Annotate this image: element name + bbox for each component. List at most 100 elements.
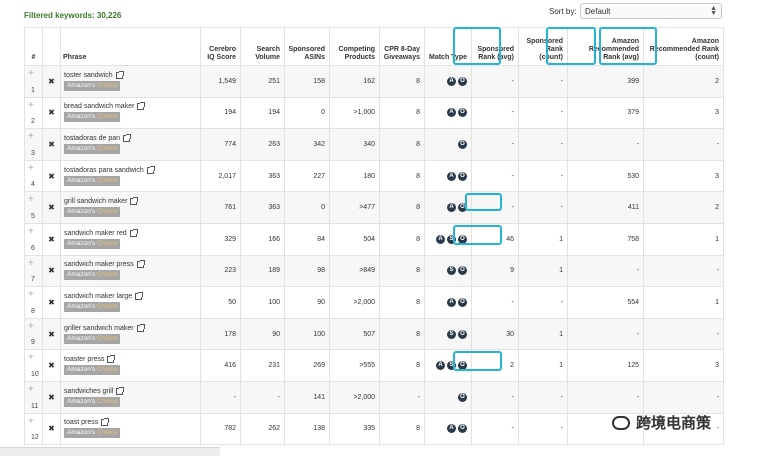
sponsored-rank-avg-cell: - [471,380,519,414]
external-link-icon[interactable] [129,228,138,237]
row-number: 5 [31,212,35,220]
keyword-phrase[interactable]: tostadoras para sandwich [64,167,144,174]
add-keyword-icon[interactable]: + [28,163,34,174]
keyword-phrase[interactable]: griller sandwich maker [64,325,134,332]
keywords-table-body: + 1 ✖ toster sandwich Amazon's Choice 1,… [24,65,724,446]
col-competing-products-header[interactable]: Competing Products [329,27,380,66]
remove-keyword-icon[interactable]: ✖ [48,172,55,181]
external-link-icon[interactable] [107,355,116,364]
amazons-choice-badge: Amazon's Choice [64,80,121,91]
keyword-phrase[interactable]: tostadoras de pan [64,135,120,142]
competing-products-cell: 507 [329,317,380,351]
col-search-volume-header[interactable]: Search Volume [240,27,285,66]
external-link-icon[interactable] [116,386,125,395]
external-link-icon[interactable] [130,197,139,206]
match-type-cell: AO [424,65,472,98]
add-keyword-icon[interactable]: + [28,384,34,395]
add-keyword-icon[interactable]: + [28,416,34,427]
add-keyword-icon[interactable]: + [28,195,34,205]
wechat-icon [612,415,630,430]
sponsored-asins-cell: 141 [284,380,330,414]
remove-keyword-icon[interactable]: ✖ [48,108,55,117]
iq-score-cell: 223 [200,254,241,288]
remove-keyword-icon[interactable]: ✖ [48,140,55,149]
keyword-phrase[interactable]: grill sandwich maker [64,198,127,205]
table-row: + 2 ✖ bread sandwich maker Amazon's Choi… [24,96,724,130]
amazon-rec-rank-count-cell: 2 [643,65,724,98]
remove-keyword-icon[interactable]: ✖ [48,235,55,244]
external-link-icon[interactable] [146,165,155,174]
external-link-icon[interactable] [135,291,144,300]
keyword-phrase[interactable]: sandwich maker large [64,293,132,300]
keyword-phrase[interactable]: bread sandwich maker [64,103,134,110]
sponsored-rank-avg-cell: - [471,286,519,319]
col-sponsored-asins-header[interactable]: Sponsored ASINs [284,27,330,66]
iq-score-cell: 329 [200,222,241,256]
external-link-icon[interactable] [136,260,145,269]
remove-keyword-icon[interactable]: ✖ [48,203,55,212]
add-keyword-icon[interactable]: + [28,321,34,332]
col-index-header[interactable]: # [24,27,43,66]
add-keyword-icon[interactable]: + [28,353,34,363]
remove-keyword-icon[interactable]: ✖ [48,330,55,339]
add-keyword-icon[interactable]: + [28,132,34,142]
sort-by-select[interactable]: Default ▲ ▼ [580,3,722,19]
remove-keyword-icon[interactable]: ✖ [48,266,55,275]
sponsored-rank-count-cell: - [518,96,568,130]
amazons-choice-badge: Amazon's Choice [64,365,121,376]
row-index-cell: + 12 [24,412,43,446]
iq-score-cell: - [200,380,241,414]
select-caret-icon: ▲ ▼ [710,5,717,17]
sponsored-rank-count-cell: - [518,65,568,98]
add-keyword-icon[interactable]: + [28,226,34,237]
keyword-phrase[interactable]: toster sandwich [64,72,113,79]
sponsored-asins-cell: 138 [284,412,330,446]
external-link-icon[interactable] [101,418,110,427]
remove-cell: ✖ [42,96,61,130]
row-number: 10 [31,370,39,378]
cpr-cell: 8 [379,349,425,382]
col-phrase-header[interactable]: Phrase [60,27,201,66]
match-type-o-icon: O [458,266,467,276]
match-type-a-icon: A [447,76,456,86]
row-index-cell: + 4 [24,159,43,193]
add-keyword-icon[interactable]: + [28,258,34,269]
keyword-phrase[interactable]: toast press [64,419,98,426]
col-iq-header[interactable]: Cerebro IQ Score [200,27,241,66]
external-link-icon[interactable] [115,70,124,79]
remove-cell: ✖ [42,317,61,351]
keyword-phrase[interactable]: toaster press [64,356,104,363]
add-keyword-icon[interactable]: + [28,290,34,300]
remove-keyword-icon[interactable]: ✖ [48,393,55,402]
remove-keyword-icon[interactable]: ✖ [48,424,55,433]
add-keyword-icon[interactable]: + [28,69,34,79]
highlight-row-6-match [453,225,502,245]
keyword-phrase[interactable]: sandwich maker press [64,261,134,268]
highlight-row-10-match [453,351,502,371]
external-link-icon[interactable] [123,133,132,142]
keyword-phrase[interactable]: sandwich maker red [64,230,127,237]
remove-keyword-icon[interactable]: ✖ [48,77,55,86]
amazon-rec-rank-count-cell: - [643,317,724,351]
col-cpr-header[interactable]: CPR 8-Day Giveaways [379,27,425,66]
external-link-icon[interactable] [137,102,146,111]
match-type-a-icon: A [447,108,456,118]
keyword-phrase[interactable]: sandwiches grill [64,388,113,395]
row-number: 3 [31,149,35,157]
row-index-cell: + 5 [24,191,43,224]
iq-score-cell: 782 [200,412,241,446]
watermark-text: 跨境电商策 [636,415,712,432]
amazons-choice-badge: Amazon's Choice [64,270,121,281]
remove-keyword-icon[interactable]: ✖ [48,361,55,370]
remove-keyword-icon[interactable]: ✖ [48,298,55,307]
match-type-cell: AO [424,412,472,446]
sponsored-rank-count-cell: - [518,128,568,161]
table-row: + 6 ✖ sandwich maker red Amazon's Choice… [24,222,724,256]
amazon-rec-rank-count-cell: 1 [643,286,724,319]
sponsored-asins-cell: 342 [284,128,330,161]
sponsored-rank-count-cell: 1 [518,222,568,256]
add-keyword-icon[interactable]: + [28,100,34,111]
external-link-icon[interactable] [136,323,145,332]
sponsored-rank-avg-cell: - [471,159,519,193]
competing-products-cell: 180 [329,159,380,193]
